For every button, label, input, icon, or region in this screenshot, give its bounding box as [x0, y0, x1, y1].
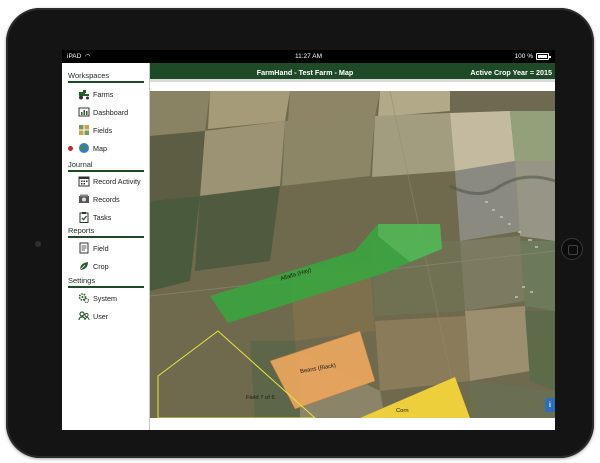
camera-icon [35, 241, 41, 247]
status-time: 11:27 AM [295, 53, 322, 60]
active-crop-year: Active Crop Year = 2015 [470, 68, 552, 77]
sidebar-item-label: System [93, 293, 117, 303]
sidebar-item-label: Dashboard [93, 107, 129, 117]
page-title: FarmHand - Test Farm - Map [256, 68, 354, 77]
sidebar-item-label: Farms [93, 89, 114, 99]
sidebar-item-label: User [93, 311, 109, 321]
active-item-indicator [68, 146, 73, 151]
tractor-icon [77, 88, 90, 101]
sidebar-item-field-report[interactable]: Field [77, 241, 109, 255]
field-label-outline[interactable]: Field 7 of 6 [246, 395, 275, 401]
ipad-frame: iPAD ◠ 11:27 AM 100 % Workspaces Farms D… [6, 8, 594, 458]
battery-icon [536, 53, 551, 60]
sidebar-item-label: Record Activity [93, 176, 141, 186]
clipboard-check-icon [77, 211, 90, 224]
sidebar-item-system[interactable]: System [77, 291, 117, 305]
section-heading-journal: Journal [68, 160, 144, 172]
sidebar-item-map[interactable]: Map [77, 141, 107, 155]
satellite-map[interactable]: Alfalfa (Hay) Beans (Black) Corn Field 7… [150, 91, 555, 418]
leaf-icon [77, 260, 90, 273]
section-heading-workspaces: Workspaces [68, 71, 144, 83]
globe-icon [77, 142, 90, 155]
fields-grid-icon [77, 124, 90, 137]
sidebar-item-farms[interactable]: Farms [77, 87, 113, 101]
screen: iPAD ◠ 11:27 AM 100 % Workspaces Farms D… [62, 50, 555, 430]
battery-percent: 100 % [514, 53, 533, 60]
section-heading-reports: Reports [68, 226, 144, 238]
map-bottom-bar [150, 418, 555, 430]
map-canvas[interactable] [150, 91, 555, 418]
users-icon [77, 310, 90, 323]
sidebar-item-user[interactable]: User [77, 309, 108, 323]
sidebar-item-label: Field [93, 243, 109, 253]
sidebar-item-crop-report[interactable]: Crop [77, 259, 109, 273]
calendar-icon [77, 175, 90, 188]
records-icon [77, 193, 90, 206]
section-heading-settings: Settings [68, 276, 144, 288]
sidebar-item-label: Fields [93, 125, 113, 135]
gears-icon [77, 292, 90, 305]
sidebar-item-label: Tasks [93, 212, 112, 222]
sidebar-item-label: Records [93, 194, 120, 204]
sidebar-item-tasks[interactable]: Tasks [77, 210, 111, 224]
sidebar-item-records[interactable]: Records [77, 192, 120, 206]
home-button[interactable] [561, 238, 583, 260]
sidebar-item-label: Map [93, 143, 107, 153]
sidebar-item-dashboard[interactable]: Dashboard [77, 105, 128, 119]
app-header: FarmHand - Test Farm - Map Active Crop Y… [150, 63, 555, 82]
sidebar-item-record-activity[interactable]: Record Activity [77, 174, 141, 188]
sidebar: Workspaces Farms Dashboard Fields Map Jo… [62, 63, 150, 430]
map-info-button[interactable]: i [545, 398, 555, 412]
sidebar-item-label: Crop [93, 261, 109, 271]
status-bar: iPAD ◠ 11:27 AM 100 % [62, 50, 555, 63]
field-label-corn[interactable]: Corn [396, 408, 409, 414]
field-report-icon [77, 242, 90, 255]
sidebar-item-fields[interactable]: Fields [77, 123, 112, 137]
dashboard-icon [77, 106, 90, 119]
